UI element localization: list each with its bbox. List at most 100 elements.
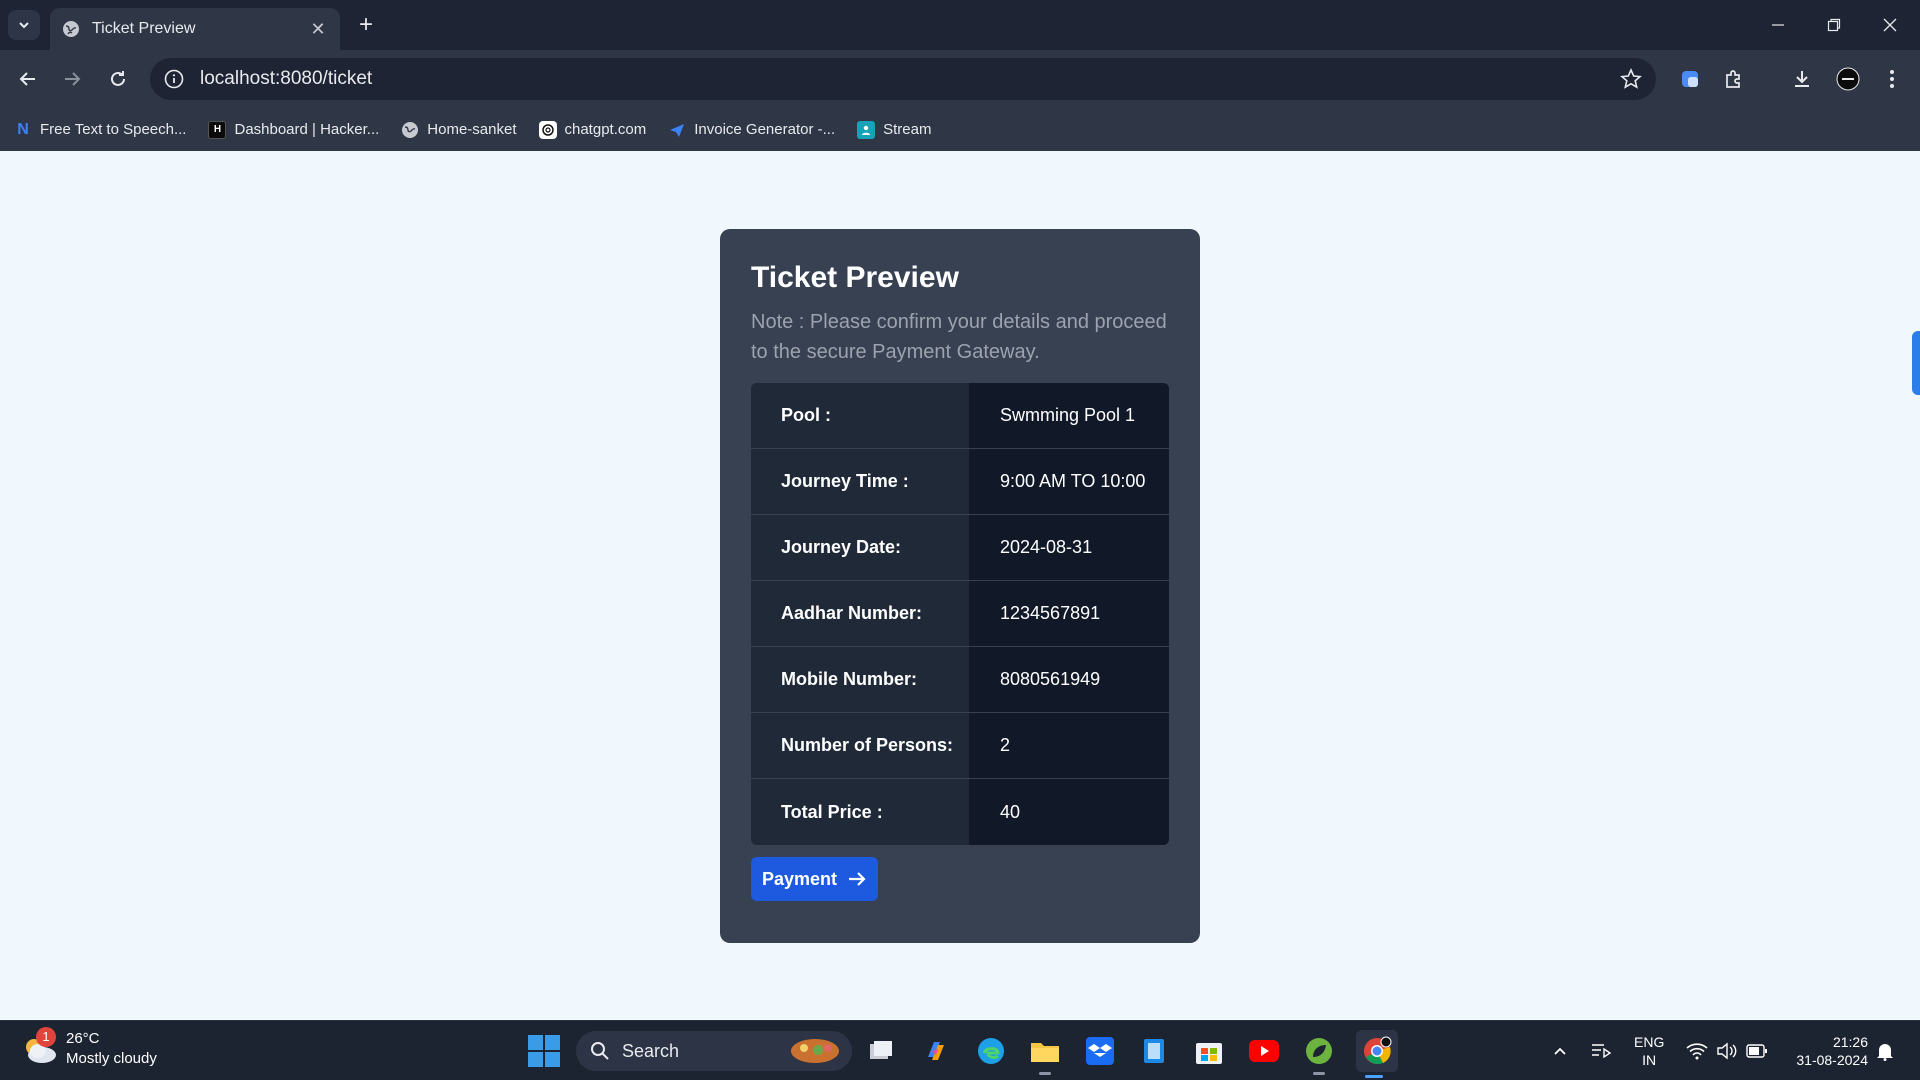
close-icon xyxy=(1883,18,1897,32)
bookmark-item[interactable]: Stream xyxy=(857,116,931,144)
download-icon xyxy=(1795,71,1809,87)
file-explorer-app[interactable] xyxy=(1027,1033,1063,1075)
notifications-button[interactable] xyxy=(1876,1021,1894,1080)
microsoft-store-app[interactable] xyxy=(1191,1033,1227,1069)
payment-button[interactable]: Payment xyxy=(751,857,878,901)
restore-button[interactable] xyxy=(1812,10,1856,40)
extension-button[interactable] xyxy=(1674,63,1706,95)
stream-icon xyxy=(857,120,876,139)
more-vertical-icon xyxy=(1890,70,1894,88)
row-value-aadhar: 1234567891 xyxy=(969,581,1169,646)
close-window-button[interactable] xyxy=(1868,10,1912,40)
row-value-journey-time: 9:00 AM TO 10:00 xyxy=(969,449,1169,514)
extensions-menu-button[interactable] xyxy=(1718,63,1750,95)
page-title: Ticket Preview xyxy=(751,261,959,294)
taskbar-search[interactable]: Search xyxy=(576,1031,852,1071)
spring-tool-app[interactable] xyxy=(1301,1033,1337,1075)
network-status[interactable] xyxy=(1686,1021,1708,1080)
copilot-app[interactable] xyxy=(918,1033,954,1069)
hackerrank-icon: H xyxy=(208,120,227,139)
row-value-pool: Swmming Pool 1 xyxy=(969,383,1169,448)
page-content: Ticket Preview Note : Please confirm you… xyxy=(0,151,1920,1020)
profile-button[interactable] xyxy=(1832,63,1864,95)
windows-logo-pane xyxy=(545,1052,560,1067)
browser-menu-button[interactable] xyxy=(1876,63,1908,95)
battery-status[interactable] xyxy=(1746,1021,1768,1080)
weather-description: Mostly cloudy xyxy=(66,1050,157,1067)
tab-search-button[interactable] xyxy=(8,10,40,40)
active-indicator xyxy=(1365,1075,1383,1078)
bookmark-label: Dashboard | Hacker... xyxy=(234,121,380,138)
bookmark-item[interactable]: Home-sanket xyxy=(401,116,517,144)
downloads-button[interactable] xyxy=(1786,63,1818,95)
minimize-button[interactable] xyxy=(1756,10,1800,40)
forward-button[interactable] xyxy=(56,63,88,95)
clock-date: 31-08-2024 xyxy=(1796,1052,1868,1068)
row-label-total-price: Total Price : xyxy=(751,779,969,845)
dropbox-app[interactable] xyxy=(1082,1033,1118,1069)
extension-app-icon xyxy=(1682,71,1698,87)
bookmark-label: chatgpt.com xyxy=(564,121,647,138)
weather-widget[interactable]: 1 26°C Mostly cloudy xyxy=(20,1027,157,1069)
avatar xyxy=(1836,67,1860,91)
reload-button[interactable] xyxy=(102,63,134,95)
bookmark-item[interactable]: H Dashboard | Hacker... xyxy=(208,116,379,144)
windows-logo-pane xyxy=(528,1052,543,1067)
youtube-icon xyxy=(1249,1040,1279,1062)
bookmark-item[interactable]: N Free Text to Speech... xyxy=(14,116,186,144)
system-clock[interactable]: 21:26 31-08-2024 xyxy=(1786,1033,1868,1069)
temperature: 26°C xyxy=(66,1030,100,1047)
show-hidden-icons-button[interactable] xyxy=(1552,1021,1568,1080)
tab-title: Ticket Preview xyxy=(92,20,196,37)
notes-app[interactable] xyxy=(1136,1033,1172,1069)
table-row: Mobile Number: 8080561949 xyxy=(751,647,1169,713)
table-row: Journey Date: 2024-08-31 xyxy=(751,515,1169,581)
tab-ticket-preview[interactable]: Ticket Preview ✕ xyxy=(50,8,340,50)
volume-control[interactable] xyxy=(1716,1021,1738,1080)
back-button[interactable] xyxy=(12,63,44,95)
copilot-icon xyxy=(928,1042,944,1060)
region-code: IN xyxy=(1642,1052,1657,1068)
minimize-icon xyxy=(1772,24,1784,26)
chatgpt-icon xyxy=(538,120,557,139)
browser-tab-bar: Ticket Preview ✕ + xyxy=(0,0,1920,50)
start-button[interactable] xyxy=(528,1035,560,1067)
reload-icon xyxy=(111,71,125,86)
url-text: localhost:8080/ticket xyxy=(200,68,373,89)
chrome-app[interactable] xyxy=(1356,1030,1398,1078)
table-row: Pool : Swmming Pool 1 xyxy=(751,383,1169,449)
arrow-right-icon xyxy=(849,872,866,886)
windows-taskbar: 1 26°C Mostly cloudy Search ENG IN 21:26… xyxy=(0,1020,1920,1080)
bookmark-label: Home-sanket xyxy=(427,121,517,138)
bookmarks-bar: N Free Text to Speech... H Dashboard | H… xyxy=(0,108,1920,151)
edge-icon xyxy=(978,1038,1004,1064)
address-bar[interactable]: localhost:8080/ticket xyxy=(150,58,1656,100)
table-row: Aadhar Number: 1234567891 xyxy=(751,581,1169,647)
new-tab-button[interactable]: + xyxy=(352,12,380,40)
store-icon xyxy=(1196,1043,1222,1064)
dropbox-icon xyxy=(1086,1037,1114,1065)
bookmark-item[interactable]: chatgpt.com xyxy=(538,116,647,144)
youtube-app[interactable] xyxy=(1246,1033,1282,1069)
site-info-icon[interactable] xyxy=(164,69,184,89)
row-label-mobile: Mobile Number: xyxy=(751,647,969,712)
tab-close-icon[interactable]: ✕ xyxy=(308,19,328,40)
arrow-left-icon xyxy=(19,72,35,86)
leaf-icon xyxy=(1306,1038,1332,1064)
bookmark-item[interactable]: Invoice Generator -... xyxy=(668,116,835,144)
input-indicator-icon xyxy=(1592,1044,1612,1059)
bookmark-star-icon[interactable] xyxy=(1620,68,1642,90)
globe-icon xyxy=(401,121,419,139)
quick-settings-extra[interactable] xyxy=(1590,1021,1612,1080)
payment-button-label: Payment xyxy=(761,868,838,889)
globe-icon xyxy=(63,21,79,37)
bell-icon xyxy=(1877,1044,1893,1061)
running-indicator xyxy=(1039,1072,1051,1075)
running-indicator xyxy=(1313,1072,1325,1075)
row-value-persons: 2 xyxy=(969,713,1169,778)
task-view-button[interactable] xyxy=(863,1033,899,1069)
browser-toolbar: localhost:8080/ticket xyxy=(0,50,1920,108)
side-panel-tab[interactable] xyxy=(1912,331,1920,395)
edge-app[interactable] xyxy=(973,1033,1009,1069)
language-indicator[interactable]: ENG IN xyxy=(1634,1033,1664,1069)
